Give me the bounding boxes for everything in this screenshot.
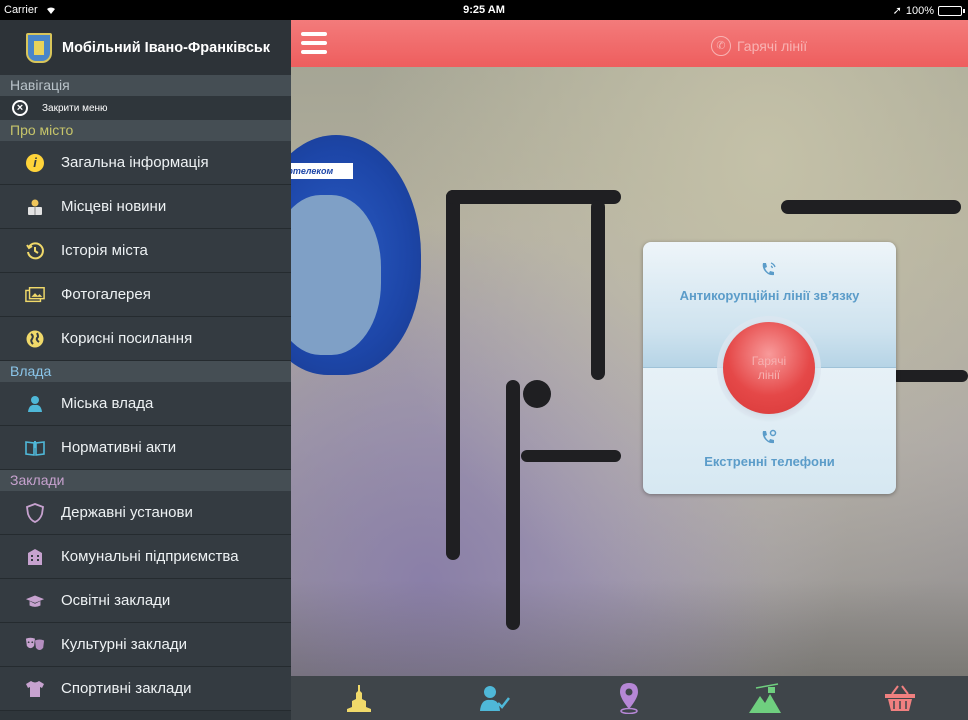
close-menu-label: Закрити меню <box>42 102 108 114</box>
graffiti-stroke <box>891 370 968 382</box>
emergency-phones-label: Екстренні телефони <box>704 454 835 469</box>
top-bar-title-text: Гарячі лінії <box>737 38 808 54</box>
sidebar-item-education[interactable]: Освітні заклади <box>0 579 291 623</box>
close-menu-button[interactable]: × Закрити меню <box>0 96 291 120</box>
sidebar-item-city-government[interactable]: Міська влада <box>0 382 291 426</box>
history-clock-icon <box>25 241 45 261</box>
graduation-cap-icon <box>25 591 45 611</box>
sidebar-item-label: Фотогалерея <box>61 286 151 303</box>
sidebar-item-regulations[interactable]: Нормативні акти <box>0 426 291 470</box>
sidebar-item-photo-gallery[interactable]: Фотогалерея <box>0 273 291 317</box>
sidebar-header: Мобільний Івано-Франківськ <box>0 20 291 75</box>
city-coat-of-arms-icon <box>26 32 52 63</box>
sidebar-item-label: Загальна інформація <box>61 154 209 171</box>
graffiti-stroke <box>591 200 605 380</box>
sidebar-item-city-history[interactable]: Історія міста <box>0 229 291 273</box>
sidebar-item-sports[interactable]: Спортивні заклади <box>0 667 291 711</box>
sidebar-item-label: Комунальні підприємства <box>61 548 239 565</box>
anticorruption-lines-label: Антикорупційні лінії зв’язку <box>679 288 860 303</box>
person-check-icon[interactable] <box>476 682 512 714</box>
globe-icon <box>25 329 45 349</box>
news-reader-icon <box>25 197 45 217</box>
sidebar-item-label: Історія міста <box>61 242 148 259</box>
tshirt-icon <box>25 679 45 699</box>
sidebar-item-label: Освітні заклади <box>61 592 171 609</box>
graffiti-stroke <box>446 190 460 560</box>
sidebar-item-label: Корисні посилання <box>61 330 193 347</box>
sidebar-item-utilities[interactable]: Комунальні підприємства <box>0 535 291 579</box>
mountain-cablecar-icon[interactable] <box>747 682 783 714</box>
section-institutions: Заклади <box>0 470 291 491</box>
sidebar-item-state-institutions[interactable]: Державні установи <box>0 491 291 535</box>
sidebar-item-label: Місцеві новини <box>61 198 167 215</box>
sidebar-item-general-info[interactable]: i Загальна інформація <box>0 141 291 185</box>
hotlines-center-label: Гарячі лінії <box>751 354 787 382</box>
map-pin-icon[interactable] <box>611 682 647 714</box>
phone-ringing-icon <box>759 260 779 280</box>
payphone-booth-image: Укртелеком <box>291 135 421 375</box>
landmark-icon[interactable] <box>341 682 377 714</box>
open-book-icon <box>25 438 45 458</box>
clock: 9:25 AM <box>463 4 505 16</box>
sidebar-item-label: Культурні заклади <box>61 636 187 653</box>
main-content: Укртелеком ✆ Гарячі лінії Антикорупційні… <box>291 20 968 720</box>
phone-icon: ✆ <box>711 36 731 56</box>
section-government: Влада <box>0 361 291 382</box>
sidebar-item-local-news[interactable]: Місцеві новини <box>0 185 291 229</box>
sidebar-item-label: Спортивні заклади <box>61 680 192 697</box>
status-bar: Carrier 9:25 AM ➚ 100% <box>0 0 968 20</box>
hamburger-menu-icon[interactable] <box>301 32 327 54</box>
section-about-city: Про місто <box>0 120 291 141</box>
sidebar-item-label: Нормативні акти <box>61 439 177 456</box>
graffiti-stroke <box>781 200 961 214</box>
sidebar-item-label: Державні установи <box>61 504 193 521</box>
sidebar-menu: Мобільний Івано-Франківськ Навігація × З… <box>0 20 291 720</box>
graffiti-stroke <box>506 380 520 630</box>
graffiti-stroke <box>521 450 621 462</box>
theater-masks-icon <box>25 635 45 655</box>
sidebar-item-useful-links[interactable]: Корисні посилання <box>0 317 291 361</box>
hotlines-center-button[interactable]: Гарячі лінії <box>723 322 815 414</box>
info-icon: i <box>25 153 45 173</box>
building-icon <box>25 547 45 567</box>
shopping-basket-icon[interactable] <box>882 682 918 714</box>
top-bar-title: ✆ Гарячі лінії <box>711 36 807 56</box>
section-navigation: Навігація <box>0 75 291 96</box>
close-circle-icon: × <box>12 100 28 116</box>
phone-gear-icon <box>759 428 779 448</box>
hotlines-card: Антикорупційні лінії зв’язку Екстренні т… <box>643 242 896 494</box>
bottom-tab-bar <box>291 676 968 720</box>
shield-icon <box>25 502 45 523</box>
graffiti-dot <box>523 380 551 408</box>
app-title: Мобільний Івано-Франківськ <box>62 39 271 56</box>
battery-percent: 100% <box>905 4 934 17</box>
location-arrow-icon: ➚ <box>892 5 902 17</box>
battery-icon <box>938 5 965 16</box>
sidebar-item-culture[interactable]: Культурні заклади <box>0 623 291 667</box>
top-bar: ✆ Гарячі лінії <box>291 20 968 67</box>
payphone-logo: Укртелеком <box>291 163 353 179</box>
person-icon <box>25 394 45 414</box>
photo-gallery-icon <box>25 285 45 305</box>
sidebar-item-label: Міська влада <box>61 395 154 412</box>
